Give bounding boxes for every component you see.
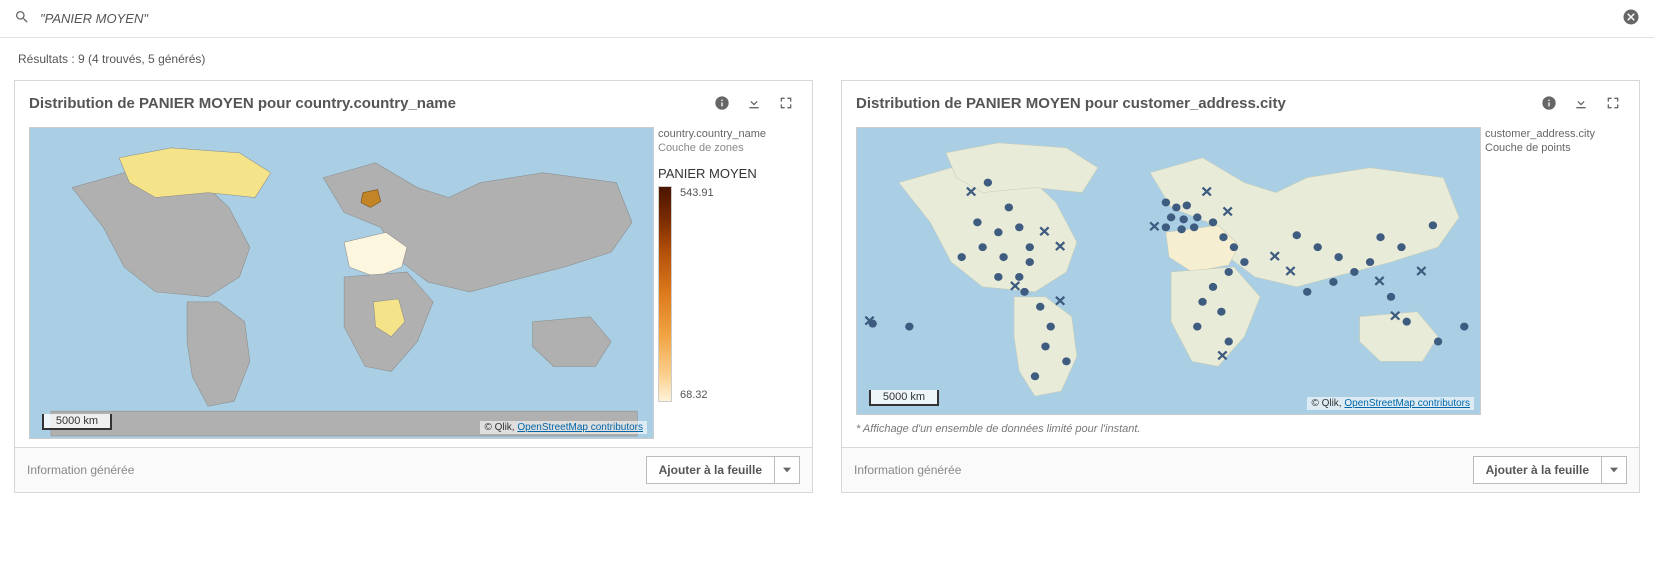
card-title: Distribution de PANIER MOYEN pour countr… xyxy=(29,95,702,112)
add-to-sheet-button[interactable]: Ajouter à la feuille xyxy=(1474,457,1601,483)
cards-row: Distribution de PANIER MOYEN pour countr… xyxy=(0,76,1654,497)
legend-min: 68.32 xyxy=(680,388,714,402)
legend-layer: Couche de zones xyxy=(658,141,798,155)
card-header: Distribution de PANIER MOYEN pour custom… xyxy=(842,81,1639,117)
card-country: Distribution de PANIER MOYEN pour countr… xyxy=(14,80,813,493)
card-title: Distribution de PANIER MOYEN pour custom… xyxy=(856,95,1529,112)
add-to-sheet-group: Ajouter à la feuille xyxy=(1473,456,1627,484)
osm-link[interactable]: OpenStreetMap contributors xyxy=(517,422,643,433)
osm-link[interactable]: OpenStreetMap contributors xyxy=(1344,398,1470,409)
add-to-sheet-group: Ajouter à la feuille xyxy=(646,456,800,484)
map-attribution: © Qlik, OpenStreetMap contributors xyxy=(480,421,647,434)
search-input[interactable] xyxy=(40,11,1622,26)
scale-bar: 5000 km xyxy=(42,414,112,430)
add-to-sheet-dropdown[interactable] xyxy=(1602,457,1626,483)
points-map[interactable]: 5000 km © Qlik, OpenStreetMap contributo… xyxy=(856,127,1481,415)
info-icon[interactable] xyxy=(710,91,734,115)
legend-dim: customer_address.city xyxy=(1485,127,1625,141)
info-icon[interactable] xyxy=(1537,91,1561,115)
attribution-prefix: © Qlik, xyxy=(1311,398,1344,409)
gradient-labels: 543.91 68.32 xyxy=(680,186,714,402)
download-icon[interactable] xyxy=(742,91,766,115)
add-to-sheet-dropdown[interactable] xyxy=(775,457,799,483)
footnote: * Affichage d'un ensemble de données lim… xyxy=(856,423,1625,435)
legend-layer: Couche de points xyxy=(1485,141,1625,155)
expand-icon[interactable] xyxy=(774,91,798,115)
results-summary: Résultats : 9 (4 trouvés, 5 générés) xyxy=(0,38,1654,76)
gradient-bar xyxy=(658,186,672,402)
scale-bar: 5000 km xyxy=(869,390,939,406)
card-footer: Information générée Ajouter à la feuille xyxy=(842,447,1639,492)
download-icon[interactable] xyxy=(1569,91,1593,115)
legend-max: 543.91 xyxy=(680,186,714,200)
footer-info: Information générée xyxy=(854,463,1473,477)
footer-info: Information générée xyxy=(27,463,646,477)
choropleth-map[interactable]: 5000 km © Qlik, OpenStreetMap contributo… xyxy=(29,127,654,439)
card-header: Distribution de PANIER MOYEN pour countr… xyxy=(15,81,812,117)
close-icon[interactable] xyxy=(1622,8,1640,29)
map-attribution: © Qlik, OpenStreetMap contributors xyxy=(1307,397,1474,410)
legend: country.country_name Couche de zones PAN… xyxy=(658,127,798,439)
card-city: Distribution de PANIER MOYEN pour custom… xyxy=(841,80,1640,493)
card-footer: Information générée Ajouter à la feuille xyxy=(15,447,812,492)
search-icon xyxy=(14,9,30,28)
legend-measure: PANIER MOYEN xyxy=(658,166,798,183)
search-bar xyxy=(0,0,1654,38)
legend: customer_address.city Couche de points xyxy=(1485,127,1625,415)
legend-dim: country.country_name xyxy=(658,127,798,141)
attribution-prefix: © Qlik, xyxy=(484,422,517,433)
card-body: 5000 km © Qlik, OpenStreetMap contributo… xyxy=(15,117,812,447)
add-to-sheet-button[interactable]: Ajouter à la feuille xyxy=(647,457,774,483)
expand-icon[interactable] xyxy=(1601,91,1625,115)
card-body: 5000 km © Qlik, OpenStreetMap contributo… xyxy=(842,117,1639,447)
